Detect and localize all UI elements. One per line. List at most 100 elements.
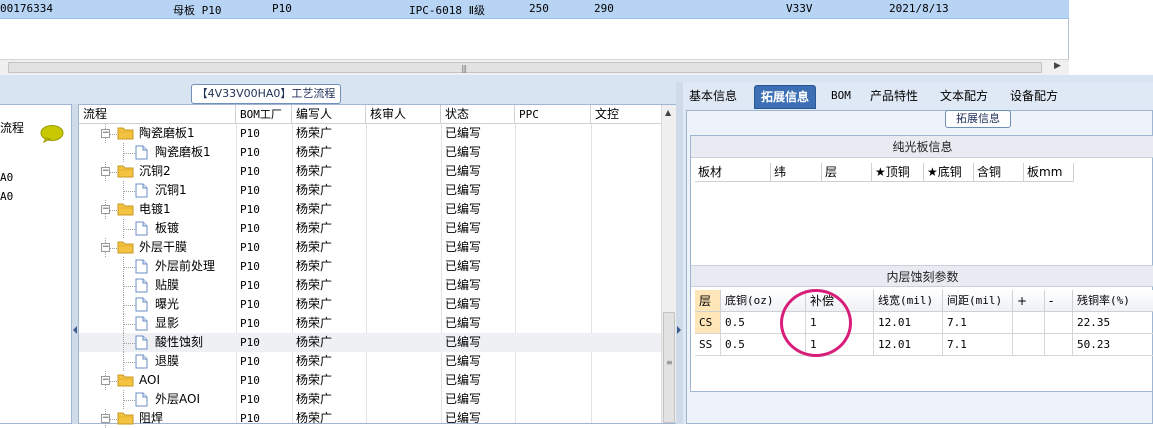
tree-row[interactable]: − AOI P10 杨荣广 已编写 [79, 371, 661, 390]
horizontal-scrollbar[interactable]: ||| ▶ [0, 59, 1069, 75]
detail-tab-bar: 基本信息 拓展信息 BOM 产品特性 文本配方 设备配方 [683, 82, 1153, 110]
scroll-up-arrow-icon[interactable]: ▲ [665, 108, 671, 117]
bom-factory-cell: P10 [240, 146, 260, 159]
date-cell: 2021/8/13 [889, 2, 949, 15]
etch-cell-line-width[interactable]: 12.01 [874, 334, 943, 356]
tree-row[interactable]: − 阻焊 P10 杨荣广 已编写 [79, 409, 661, 428]
flow-list-item[interactable]: A0 [0, 190, 13, 203]
scrollbar-thumb[interactable]: ≡ [663, 312, 675, 423]
tree-row[interactable]: 板镀 P10 杨荣广 已编写 [79, 219, 661, 238]
document-icon [135, 278, 148, 293]
bom-factory-cell: P10 [240, 260, 260, 273]
tab-basic-info[interactable]: 基本信息 [683, 85, 743, 109]
tree-connector [123, 305, 135, 306]
etch-col-plus[interactable]: + [1013, 290, 1045, 312]
right-splitter[interactable] [676, 82, 683, 424]
tree-row[interactable]: 曝光 P10 杨荣广 已编写 [79, 295, 661, 314]
column-header-ppc[interactable]: PPC [515, 105, 591, 124]
tree-row[interactable]: − 陶瓷磨板1 P10 杨荣广 已编写 [79, 124, 661, 143]
collapse-toggle-icon[interactable]: − [101, 167, 110, 176]
tree-row[interactable]: 退膜 P10 杨荣广 已编写 [79, 352, 661, 371]
tree-node-label: 曝光 [155, 297, 180, 311]
tree-row[interactable]: − 外层干膜 P10 杨荣广 已编写 [79, 238, 661, 257]
etch-cell-minus[interactable] [1045, 312, 1073, 334]
bom-factory-cell: P10 [240, 241, 260, 254]
board-col-material[interactable]: 板材 [695, 163, 771, 182]
folder-icon [117, 203, 134, 216]
writer-cell: 杨荣广 [296, 354, 333, 368]
tree-row[interactable]: 外层前处理 P10 杨荣广 已编写 [79, 257, 661, 276]
tree-row[interactable]: − 电镀1 P10 杨荣广 已编写 [79, 200, 661, 219]
column-header-flow[interactable]: 流程 [79, 105, 236, 124]
collapse-toggle-icon[interactable]: − [101, 376, 110, 385]
writer-cell: 杨荣广 [296, 278, 333, 292]
column-header-status[interactable]: 状态 [441, 105, 515, 124]
etch-cell-spacing[interactable]: 7.1 [943, 334, 1013, 356]
collapse-toggle-icon[interactable]: − [101, 414, 110, 423]
tree-connector [123, 153, 135, 154]
board-col-weft[interactable]: 纬 [771, 163, 822, 182]
tree-row[interactable]: 贴膜 P10 杨荣广 已编写 [79, 276, 661, 295]
tab-text-recipe[interactable]: 文本配方 [934, 85, 994, 109]
extended-info-panel: 纯光板信息 板材 纬 层 ★顶铜 ★底铜 含铜 板mm 内层蚀刻参数 层底铜(o… [690, 135, 1153, 392]
tree-row[interactable]: − 沉铜2 P10 杨荣广 已编写 [79, 162, 661, 181]
scrollbar-thumb[interactable]: ||| [8, 62, 1042, 73]
etch-col-line-width[interactable]: 线宽(mil) [874, 290, 943, 312]
vertical-scrollbar[interactable]: ▲ ≡ [661, 105, 676, 423]
column-header-writer[interactable]: 编写人 [292, 105, 366, 124]
document-icon [135, 259, 148, 274]
collapse-toggle-icon[interactable]: − [101, 129, 110, 138]
tab-extended-info[interactable]: 拓展信息 [754, 85, 817, 109]
tree-row[interactable]: 酸性蚀刻 P10 杨荣广 已编写 [79, 333, 661, 352]
etch-col-spacing[interactable]: 间距(mil) [943, 290, 1013, 312]
factory-cell: P10 [272, 2, 292, 15]
board-col-thickness-mm[interactable]: 板mm [1024, 163, 1074, 182]
value-cell-1: 250 [529, 2, 549, 15]
etch-cell-spacing[interactable]: 7.1 [943, 312, 1013, 334]
tree-node-label: 阻焊 [139, 411, 164, 425]
etch-col-layer[interactable]: 层 [695, 290, 721, 312]
flow-list-panel: 流程 A0 A0 [0, 104, 72, 424]
board-col-bottom-copper[interactable]: ★底铜 [924, 163, 974, 182]
flow-list-header: 流程 [0, 121, 25, 135]
etch-cell-plus[interactable] [1013, 312, 1045, 334]
tree-row[interactable]: 显影 P10 杨荣广 已编写 [79, 314, 661, 333]
tree-row[interactable]: 外层AOI P10 杨荣广 已编写 [79, 390, 661, 409]
etch-cell-layer[interactable]: CS [695, 312, 721, 334]
board-col-layer[interactable]: 层 [822, 163, 872, 182]
tree-node-label: AOI [139, 373, 160, 387]
writer-cell: 杨荣广 [296, 297, 333, 311]
tree-row[interactable]: 陶瓷磨板1 P10 杨荣广 已编写 [79, 143, 661, 162]
etch-col-residual-copper[interactable]: 残铜率(%) [1073, 290, 1153, 312]
collapse-toggle-icon[interactable]: − [101, 243, 110, 252]
collapse-toggle-icon[interactable]: − [101, 205, 110, 214]
column-header-reviewer[interactable]: 核审人 [366, 105, 441, 124]
etch-cell-residual-copper[interactable]: 50.23 [1073, 334, 1153, 356]
tree-row[interactable]: 沉铜1 P10 杨荣广 已编写 [79, 181, 661, 200]
column-header-bom-factory[interactable]: BOM工厂 [236, 105, 292, 124]
etch-cell-plus[interactable] [1013, 334, 1045, 356]
tab-product-features[interactable]: 产品特性 [864, 85, 924, 109]
splitter-arrow-icon[interactable] [677, 326, 681, 334]
flow-list-item[interactable]: A0 [0, 171, 13, 184]
version-cell: V33V [786, 2, 813, 15]
status-cell: 已编写 [445, 335, 482, 349]
etch-cell-line-width[interactable]: 12.01 [874, 312, 943, 334]
tab-bom[interactable]: BOM [825, 85, 857, 109]
etch-col-minus[interactable]: - [1045, 290, 1073, 312]
tree-node-label: 陶瓷磨板1 [155, 145, 211, 159]
board-col-copper-content[interactable]: 含铜 [974, 163, 1024, 182]
status-cell: 已编写 [445, 373, 482, 387]
etch-cell-layer[interactable]: SS [695, 334, 721, 356]
tree-connector [123, 324, 135, 325]
tree-connector [123, 229, 135, 230]
scroll-right-arrow-icon[interactable]: ▶ [1054, 61, 1061, 71]
etch-cell-minus[interactable] [1045, 334, 1073, 356]
splitter-arrow-icon[interactable] [73, 326, 77, 334]
order-grid-selected-row[interactable]: 00176334 母板 P10 P10 IPC-6018 Ⅱ级 250 290 … [0, 0, 1069, 19]
tab-equipment-recipe[interactable]: 设备配方 [1004, 85, 1064, 109]
column-header-document-control[interactable]: 文控 [591, 105, 661, 124]
board-col-top-copper[interactable]: ★顶铜 [872, 163, 924, 182]
comment-icon[interactable] [40, 125, 64, 143]
etch-cell-residual-copper[interactable]: 22.35 [1073, 312, 1153, 334]
